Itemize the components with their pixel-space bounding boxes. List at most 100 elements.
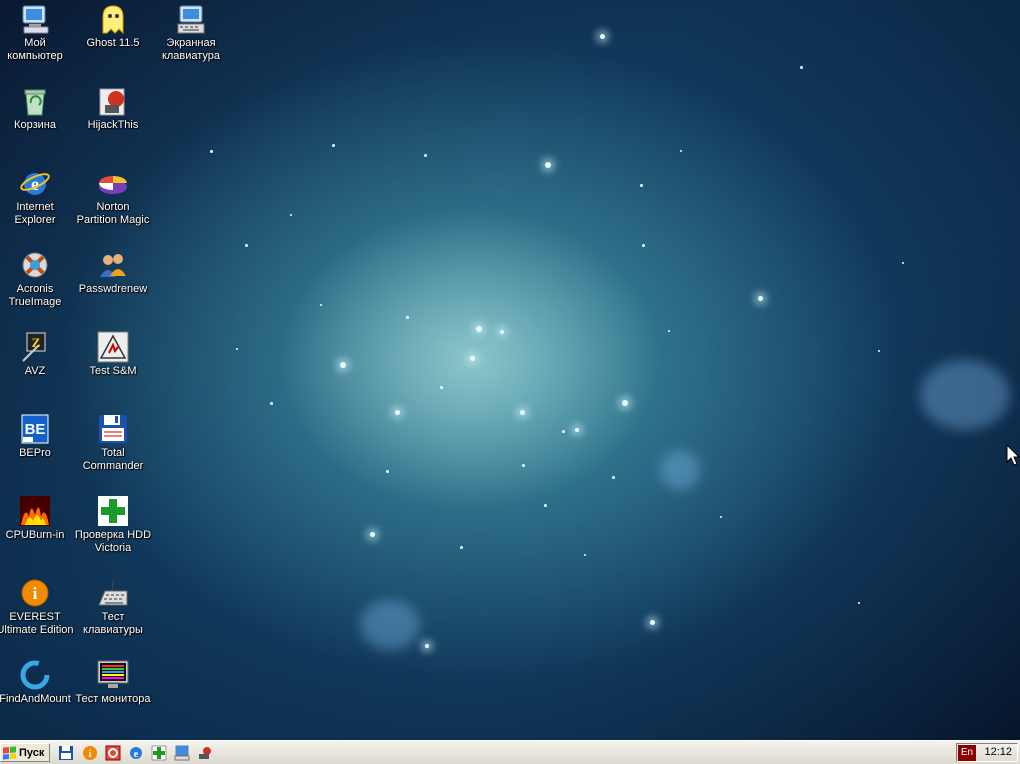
star — [210, 150, 213, 153]
floppy-disk-icon[interactable] — [58, 745, 74, 761]
desktop-icon-label: Тест монитора — [75, 693, 151, 705]
desktop-icon-recycle-bin[interactable]: Корзина — [0, 85, 74, 132]
hijackthis-icon — [97, 85, 129, 117]
svg-text:BE: BE — [25, 421, 46, 438]
star — [720, 516, 722, 518]
desktop-icon-label: HijackThis — [87, 119, 139, 131]
internet-explorer-icon[interactable]: e — [128, 745, 144, 761]
desktop-icon-victoria[interactable]: Проверка HDD Victoria — [74, 495, 152, 555]
desktop-icon-label: CPUBurn-in — [5, 529, 65, 541]
star — [340, 362, 346, 368]
star — [270, 402, 273, 405]
svg-text:e: e — [134, 749, 139, 760]
nebula-glow — [920, 360, 1010, 430]
green-cross-icon[interactable] — [151, 745, 167, 761]
svg-text:i: i — [89, 749, 92, 760]
star — [600, 34, 605, 39]
desktop-icon-findandmount[interactable]: FindAndMount — [0, 659, 74, 706]
svg-text:i: i — [33, 584, 38, 603]
fire-icon — [19, 495, 51, 527]
star — [858, 602, 860, 604]
desktop-icon-label: Passwdrenew — [78, 283, 148, 295]
on-screen-keyboard-icon[interactable] — [174, 745, 190, 761]
desktop-icon-internet-explorer[interactable]: e Internet Explorer — [0, 167, 74, 227]
ghost-icon — [97, 3, 129, 35]
on-screen-keyboard-icon — [175, 3, 207, 35]
star — [800, 66, 803, 69]
green-cross-icon — [97, 495, 129, 527]
star — [640, 184, 643, 187]
desktop-icon-label: Total Commander — [82, 447, 144, 472]
star — [878, 350, 880, 352]
desktop-icon-on-screen-keyboard[interactable]: Экранная клавиатура — [152, 3, 230, 63]
desktop-icon-passwdrenew[interactable]: Passwdrenew — [74, 249, 152, 296]
recycle-bin-icon — [19, 85, 51, 117]
partition-magic-icon — [97, 167, 129, 199]
star — [584, 554, 586, 556]
language-indicator[interactable]: En — [958, 745, 976, 761]
desktop-icon-label: AVZ — [24, 365, 46, 377]
star — [642, 244, 645, 247]
desktop-icon-label: Экранная клавиатура — [161, 37, 221, 62]
monitor-icon — [97, 659, 129, 691]
desktop-icon-label: Мой компьютер — [7, 37, 63, 62]
star — [245, 244, 248, 247]
windows-flag-icon — [3, 745, 16, 760]
info-icon[interactable]: i — [82, 745, 98, 761]
star — [668, 330, 670, 332]
desktop-icon-label: Ghost 11.5 — [86, 37, 140, 49]
desktop-icon-hijackthis[interactable]: HijackThis — [74, 85, 152, 132]
desktop-icon-label: FindAndMount — [0, 693, 71, 705]
desktop-icon-label: Norton Partition Magic — [76, 201, 150, 226]
desktop-icon-label: Acronis TrueImage — [8, 283, 62, 308]
desktop-icon-cpuburn[interactable]: CPUBurn-in — [0, 495, 74, 542]
desktop-icon-label: Корзина — [14, 119, 56, 131]
red-square-icon[interactable] — [105, 745, 121, 761]
desktop-icon-label: Internet Explorer — [14, 201, 56, 226]
star — [460, 546, 463, 549]
my-computer-icon — [19, 3, 51, 35]
desktop-icon-bepro[interactable]: BE BEPro — [0, 413, 74, 460]
star — [650, 620, 655, 625]
star — [386, 470, 389, 473]
star — [370, 532, 375, 537]
desktop-icon-partition-magic[interactable]: Norton Partition Magic — [74, 167, 152, 227]
desktop-icon-ghost[interactable]: Ghost 11.5 — [74, 3, 152, 50]
star — [520, 410, 525, 415]
desktop-icon-avz[interactable]: Z AVZ — [0, 331, 74, 378]
mouse-cursor-icon — [1006, 444, 1020, 466]
star — [320, 304, 322, 306]
desktop-icon-acronis[interactable]: Acronis TrueImage — [0, 249, 74, 309]
desktop-icon-keyboard-test[interactable]: Тест клавиатуры — [74, 577, 152, 637]
desktop-background: Мой компьютер Корзина e Internet Explore… — [0, 0, 1020, 740]
star — [424, 154, 427, 157]
desktop-icon-total-commander[interactable]: Total Commander — [74, 413, 152, 473]
desktop-icon-everest[interactable]: i EVEREST Ultimate Edition — [0, 577, 74, 637]
desktop-icon-my-computer[interactable]: Мой компьютер — [0, 3, 74, 63]
star — [476, 326, 482, 332]
desktop-icon-label: Проверка HDD Victoria — [74, 529, 152, 554]
star — [544, 504, 547, 507]
nebula-glow — [660, 450, 700, 490]
desktop-icon-monitor-test[interactable]: Тест монитора — [74, 659, 152, 706]
star — [622, 400, 628, 406]
star — [612, 476, 615, 479]
findandmount-icon — [19, 659, 51, 691]
start-button[interactable]: Пуск — [0, 743, 50, 762]
star — [902, 262, 904, 264]
hijackthis-icon[interactable] — [197, 745, 213, 761]
test-sm-icon — [97, 331, 129, 363]
keyboard-icon — [97, 577, 129, 609]
star — [758, 296, 763, 301]
desktop-icon-label: Test S&M — [89, 365, 137, 377]
star — [680, 150, 682, 152]
star — [236, 348, 238, 350]
star — [545, 162, 551, 168]
star — [440, 386, 443, 389]
desktop-icon-test-sm[interactable]: Test S&M — [74, 331, 152, 378]
clock[interactable]: 12:12 — [984, 746, 1012, 758]
info-icon: i — [19, 577, 51, 609]
star — [332, 144, 335, 147]
star — [406, 316, 409, 319]
taskbar: Пуск i e En 12:12 — [0, 740, 1020, 764]
